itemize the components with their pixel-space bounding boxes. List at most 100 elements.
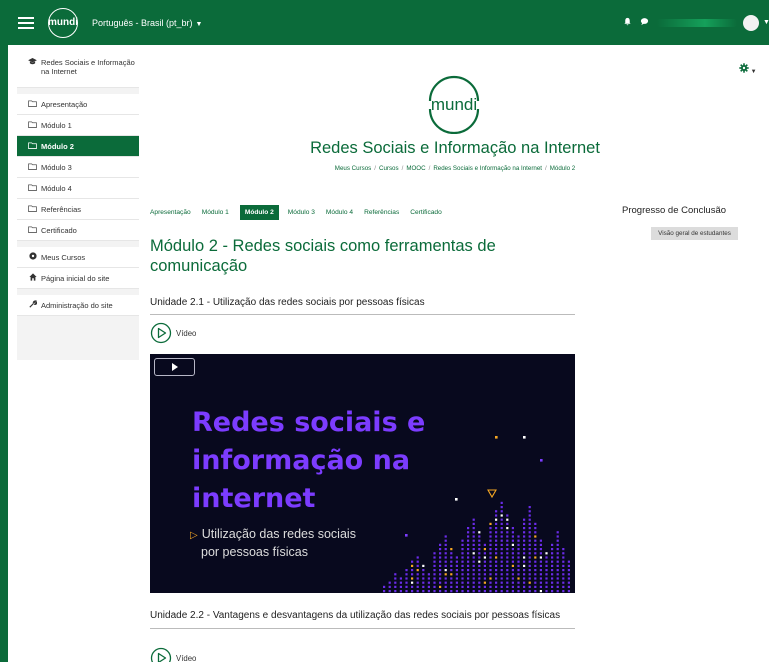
- sidebar-item-modulo-3[interactable]: Módulo 3: [17, 157, 139, 178]
- language-selector[interactable]: Português - Brasil (pt_br) ▼: [92, 18, 202, 28]
- sidebar-course-link[interactable]: Redes Sociais e Informação na Internet: [17, 50, 139, 88]
- wrench-icon: [28, 300, 37, 310]
- viz-dot: [528, 590, 531, 593]
- tab-referencias[interactable]: Referências: [364, 209, 399, 216]
- viz-dot: [495, 527, 498, 530]
- viz-dot: [523, 548, 526, 551]
- viz-dot: [483, 577, 486, 580]
- viz-dot: [511, 539, 514, 542]
- viz-dot: [506, 531, 509, 534]
- viz-dot: [489, 531, 492, 534]
- viz-dot: [461, 569, 464, 572]
- viz-dot: [562, 556, 565, 559]
- sidebar-item-modulo-4[interactable]: Módulo 4: [17, 178, 139, 199]
- video-subtitle-line1: Utilização das redes sociais: [201, 527, 356, 541]
- viz-dot: [439, 573, 442, 576]
- viz-dot: [517, 535, 520, 538]
- folder-icon: [28, 162, 37, 172]
- breadcrumb-separator: /: [374, 165, 376, 172]
- viz-dot: [511, 527, 514, 530]
- video-player[interactable]: Redes sociais e informação na internet ▷…: [150, 354, 575, 593]
- viz-dot: [455, 556, 458, 559]
- sidebar-item-meus-cursos[interactable]: Meus Cursos: [17, 247, 139, 268]
- viz-dot: [433, 569, 436, 572]
- caret-down-icon: ▼: [749, 69, 757, 75]
- chat-icon[interactable]: [640, 17, 649, 28]
- breadcrumb-item[interactable]: MOOC: [406, 165, 425, 172]
- tab-modulo-2[interactable]: Módulo 2: [239, 205, 279, 220]
- viz-dot: [545, 577, 548, 580]
- breadcrumb-item[interactable]: Meus Cursos: [335, 165, 371, 172]
- viz-dot: [416, 585, 419, 588]
- hamburger-icon[interactable]: [18, 16, 34, 29]
- viz-dot: [483, 543, 486, 546]
- viz-dot: [523, 585, 526, 588]
- viz-dot: [506, 564, 509, 567]
- video-activity-link[interactable]: Vídeo: [150, 647, 196, 662]
- viz-dot: [562, 573, 565, 576]
- sidebar-item-certificado[interactable]: Certificado: [17, 220, 139, 241]
- viz-dot: [545, 556, 548, 559]
- progress-title: Progresso de Conclusão: [622, 205, 727, 216]
- breadcrumb-item[interactable]: Redes Sociais e Informação na Internet: [433, 165, 542, 172]
- video-play-button[interactable]: [154, 358, 195, 376]
- viz-dot: [539, 590, 542, 593]
- video-label: Vídeo: [176, 328, 197, 338]
- viz-dot: [545, 585, 548, 588]
- viz-dot: [556, 564, 559, 567]
- viz-dot: [444, 535, 447, 538]
- sidebar-item-label: Página inicial do site: [41, 273, 110, 283]
- viz-dot: [483, 581, 486, 584]
- viz-dot: [511, 543, 514, 546]
- tab-modulo-1[interactable]: Módulo 1: [202, 209, 229, 216]
- viz-dot: [411, 581, 414, 584]
- tab-modulo-4[interactable]: Módulo 4: [326, 209, 353, 216]
- viz-dot: [545, 590, 548, 593]
- viz-dot: [523, 564, 526, 567]
- viz-dot: [495, 569, 498, 572]
- user-name-redacted[interactable]: [657, 18, 737, 27]
- viz-dot: [523, 577, 526, 580]
- viz-dot: [539, 552, 542, 555]
- viz-dot: [489, 539, 492, 542]
- viz-dot: [450, 577, 453, 580]
- settings-gear-icon[interactable]: ▼: [739, 63, 757, 76]
- breadcrumb-item[interactable]: Módulo 2: [550, 165, 575, 172]
- viz-dot: [506, 548, 509, 551]
- viz-dot: [478, 585, 481, 588]
- sidebar-item-modulo-2[interactable]: Módulo 2: [17, 136, 139, 157]
- sidebar-item-apresentacao[interactable]: Apresentação: [17, 94, 139, 115]
- user-menu-caret-icon[interactable]: ▼: [763, 19, 769, 26]
- viz-dot: [472, 552, 475, 555]
- viz-dot: [528, 506, 531, 509]
- viz-dot: [500, 527, 503, 530]
- viz-triangle: [487, 489, 497, 499]
- viz-dot: [556, 569, 559, 572]
- tab-modulo-3[interactable]: Módulo 3: [288, 209, 315, 216]
- bell-icon[interactable]: [623, 17, 632, 28]
- navbar-logo[interactable]: mundi: [48, 7, 78, 38]
- sidebar-item-administracao[interactable]: Administração do site: [17, 295, 139, 316]
- sidebar-item-modulo-1[interactable]: Módulo 1: [17, 115, 139, 136]
- tab-apresentacao[interactable]: Apresentação: [150, 209, 191, 216]
- viz-dot: [478, 535, 481, 538]
- video-activity-link[interactable]: Vídeo: [150, 322, 196, 344]
- viz-dot: [433, 590, 436, 593]
- viz-dot: [545, 552, 548, 555]
- sidebar-item-pagina-inicial[interactable]: Página inicial do site: [17, 268, 139, 289]
- viz-dot: [567, 573, 570, 576]
- viz-dot: [416, 560, 419, 563]
- folder-icon: [28, 204, 37, 214]
- viz-dot: [506, 543, 509, 546]
- viz-dot: [500, 531, 503, 534]
- viz-dot: [523, 535, 526, 538]
- viz-dot: [489, 552, 492, 555]
- breadcrumb-item[interactable]: Cursos: [379, 165, 399, 172]
- student-overview-button[interactable]: Visão geral de estudantes: [651, 227, 738, 240]
- sidebar-item-label: Apresentação: [41, 99, 88, 109]
- course-title: Redes Sociais e Informação na Internet: [310, 139, 600, 157]
- avatar[interactable]: [743, 14, 759, 31]
- viz-sparkle: [523, 436, 526, 439]
- tab-certificado[interactable]: Certificado: [410, 209, 442, 216]
- sidebar-item-referencias[interactable]: Referências: [17, 199, 139, 220]
